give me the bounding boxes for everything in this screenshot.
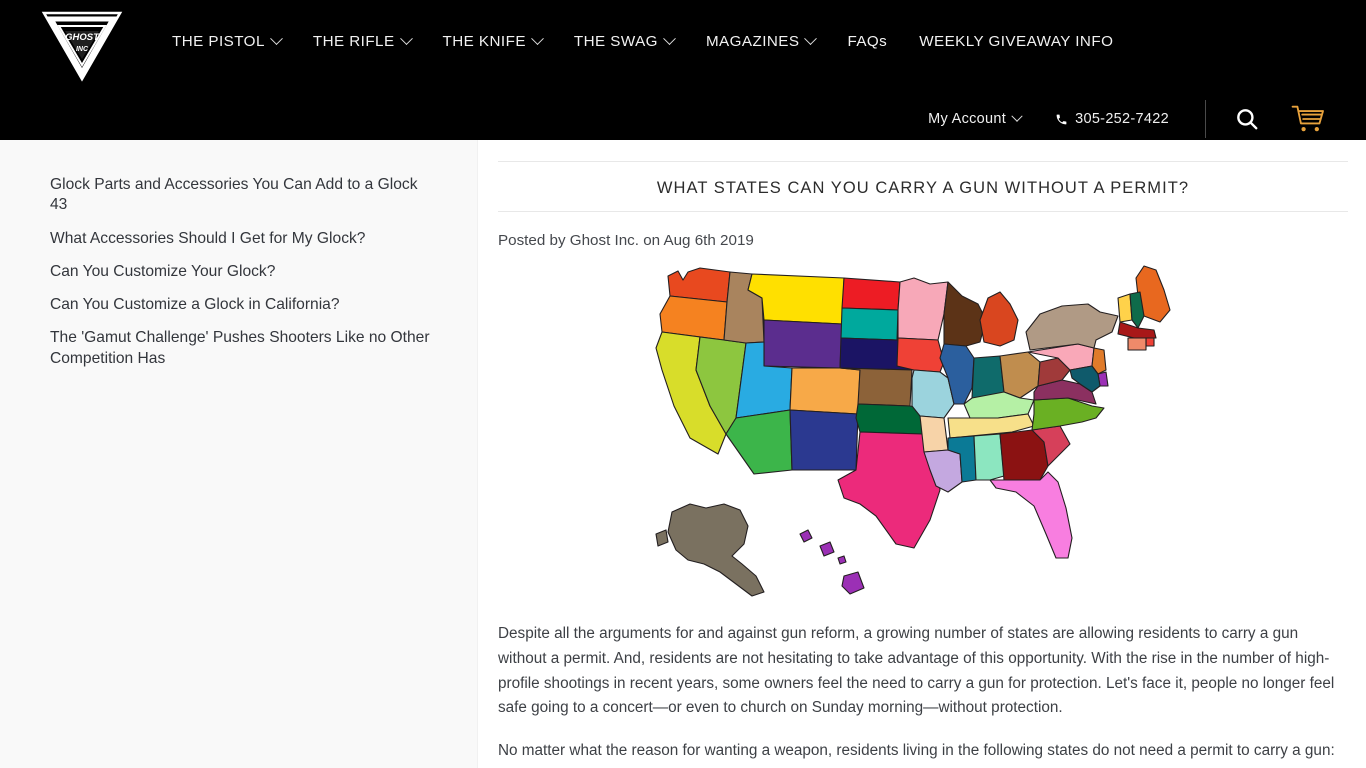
state-ND [841,277,901,311]
recent-post-link-4[interactable]: Can You Customize a Glock in California? [40,295,430,315]
state-MN [897,277,949,341]
chevron-down-icon [269,32,283,46]
us-map-svg [655,265,1171,597]
state-AR [919,415,949,453]
recent-post-link-1[interactable]: Glock Parts and Accessories You Can Add … [40,175,430,216]
body-paragraph-2: No matter what the reason for wanting a … [498,742,1335,760]
post-meta: Posted by Ghost Inc. on Aug 6th 2019 [498,232,754,249]
header-utility-bar: My Account 305-252-7422 [928,100,1326,138]
my-account-label: My Account [928,111,1007,127]
sidebar: RECENT POSTS Glock Parts and Accessories… [40,124,450,382]
chevron-down-icon [663,32,676,46]
list-item: The 'Gamut Challenge' Pushes Shooters Li… [40,328,450,369]
site-logo[interactable]: GHOST INC [40,7,124,83]
recent-post-link-3[interactable]: Can You Customize Your Glock? [40,262,430,282]
search-icon [1237,109,1258,130]
recent-post-link-2[interactable]: What Accessories Should I Get for My Glo… [40,229,430,249]
nav-item-magazines[interactable]: MAGAZINES [705,32,832,50]
us-map-figure [648,258,1208,610]
recent-posts-list: Glock Parts and Accessories You Can Add … [40,175,450,369]
list-item: Glock Parts and Accessories You Can Add … [40,175,450,216]
header-divider [1205,100,1206,138]
state-CO [789,367,861,415]
main-navigation: THE PISTOL THE RIFLE THE KNIFE THE SWAG … [172,32,1113,50]
phone-number: 305-252-7422 [1075,111,1169,127]
list-item: What Accessories Should I Get for My Glo… [40,229,450,249]
nav-label: WEEKLY GIVEAWAY INFO [919,33,1114,50]
body-paragraph-1: Despite all the arguments for and agains… [498,625,1335,717]
state-WY [763,319,843,369]
list-item: Can You Customize a Glock in California? [40,295,450,315]
chevron-down-icon [1011,110,1023,122]
shopping-cart-icon [1291,105,1324,132]
state-WI [943,281,987,347]
logo-text-inc: INC [76,46,89,53]
nav-label: THE KNIFE [442,33,526,50]
phone-link[interactable]: 305-252-7422 [1055,111,1169,127]
nav-item-the-swag[interactable]: THE SWAG [573,32,690,50]
nav-item-faqs[interactable]: FAQs [847,33,903,50]
nav-label: FAQs [847,33,888,50]
recent-post-link-5[interactable]: The 'Gamut Challenge' Pushes Shooters Li… [40,328,430,369]
search-button[interactable] [1234,106,1260,132]
state-MI [979,291,1019,347]
state-IA [896,337,945,373]
nav-item-weekly-giveaway-info[interactable]: WEEKLY GIVEAWAY INFO [919,33,1113,50]
state-AL [973,433,1005,481]
state-NY [1025,303,1119,351]
site-header: GHOST INC THE PISTOL THE RIFLE THE KNIFE… [0,0,1366,140]
ghost-inc-triangle-logo: GHOST INC [41,11,123,82]
page-title: WHAT STATES CAN YOU CARRY A GUN WITHOUT … [656,179,1190,197]
chevron-down-icon [804,32,818,46]
nav-item-the-knife[interactable]: THE KNIFE [442,32,558,50]
state-CT [1127,337,1147,351]
nav-item-the-pistol[interactable]: THE PISTOL [172,32,297,50]
list-item: Can You Customize Your Glock? [40,262,450,282]
my-account-menu[interactable]: My Account [928,110,1023,127]
post-body: Despite all the arguments for and agains… [498,622,1348,768]
state-AK [655,503,765,597]
nav-item-the-rifle[interactable]: THE RIFLE [312,32,427,50]
state-AZ [725,409,793,475]
chevron-down-icon [399,32,413,46]
logo-text-ghost: GHOST [65,32,100,43]
chevron-down-icon [531,32,544,46]
nav-label: THE PISTOL [172,33,265,50]
state-SD [840,307,899,341]
cart-button[interactable] [1290,104,1326,134]
page-root: Home / Blog / What States Can You Carry … [0,0,1366,768]
title-divider-bottom [498,211,1348,212]
nav-label: MAGAZINES [705,33,800,50]
phone-icon [1056,114,1067,124]
nav-label: THE SWAG [573,33,658,50]
state-HI [799,529,865,595]
state-NM [789,409,859,471]
state-FL [989,471,1073,559]
state-RI [1145,337,1155,347]
nav-label: THE RIFLE [312,33,395,50]
title-divider-top [498,161,1348,162]
